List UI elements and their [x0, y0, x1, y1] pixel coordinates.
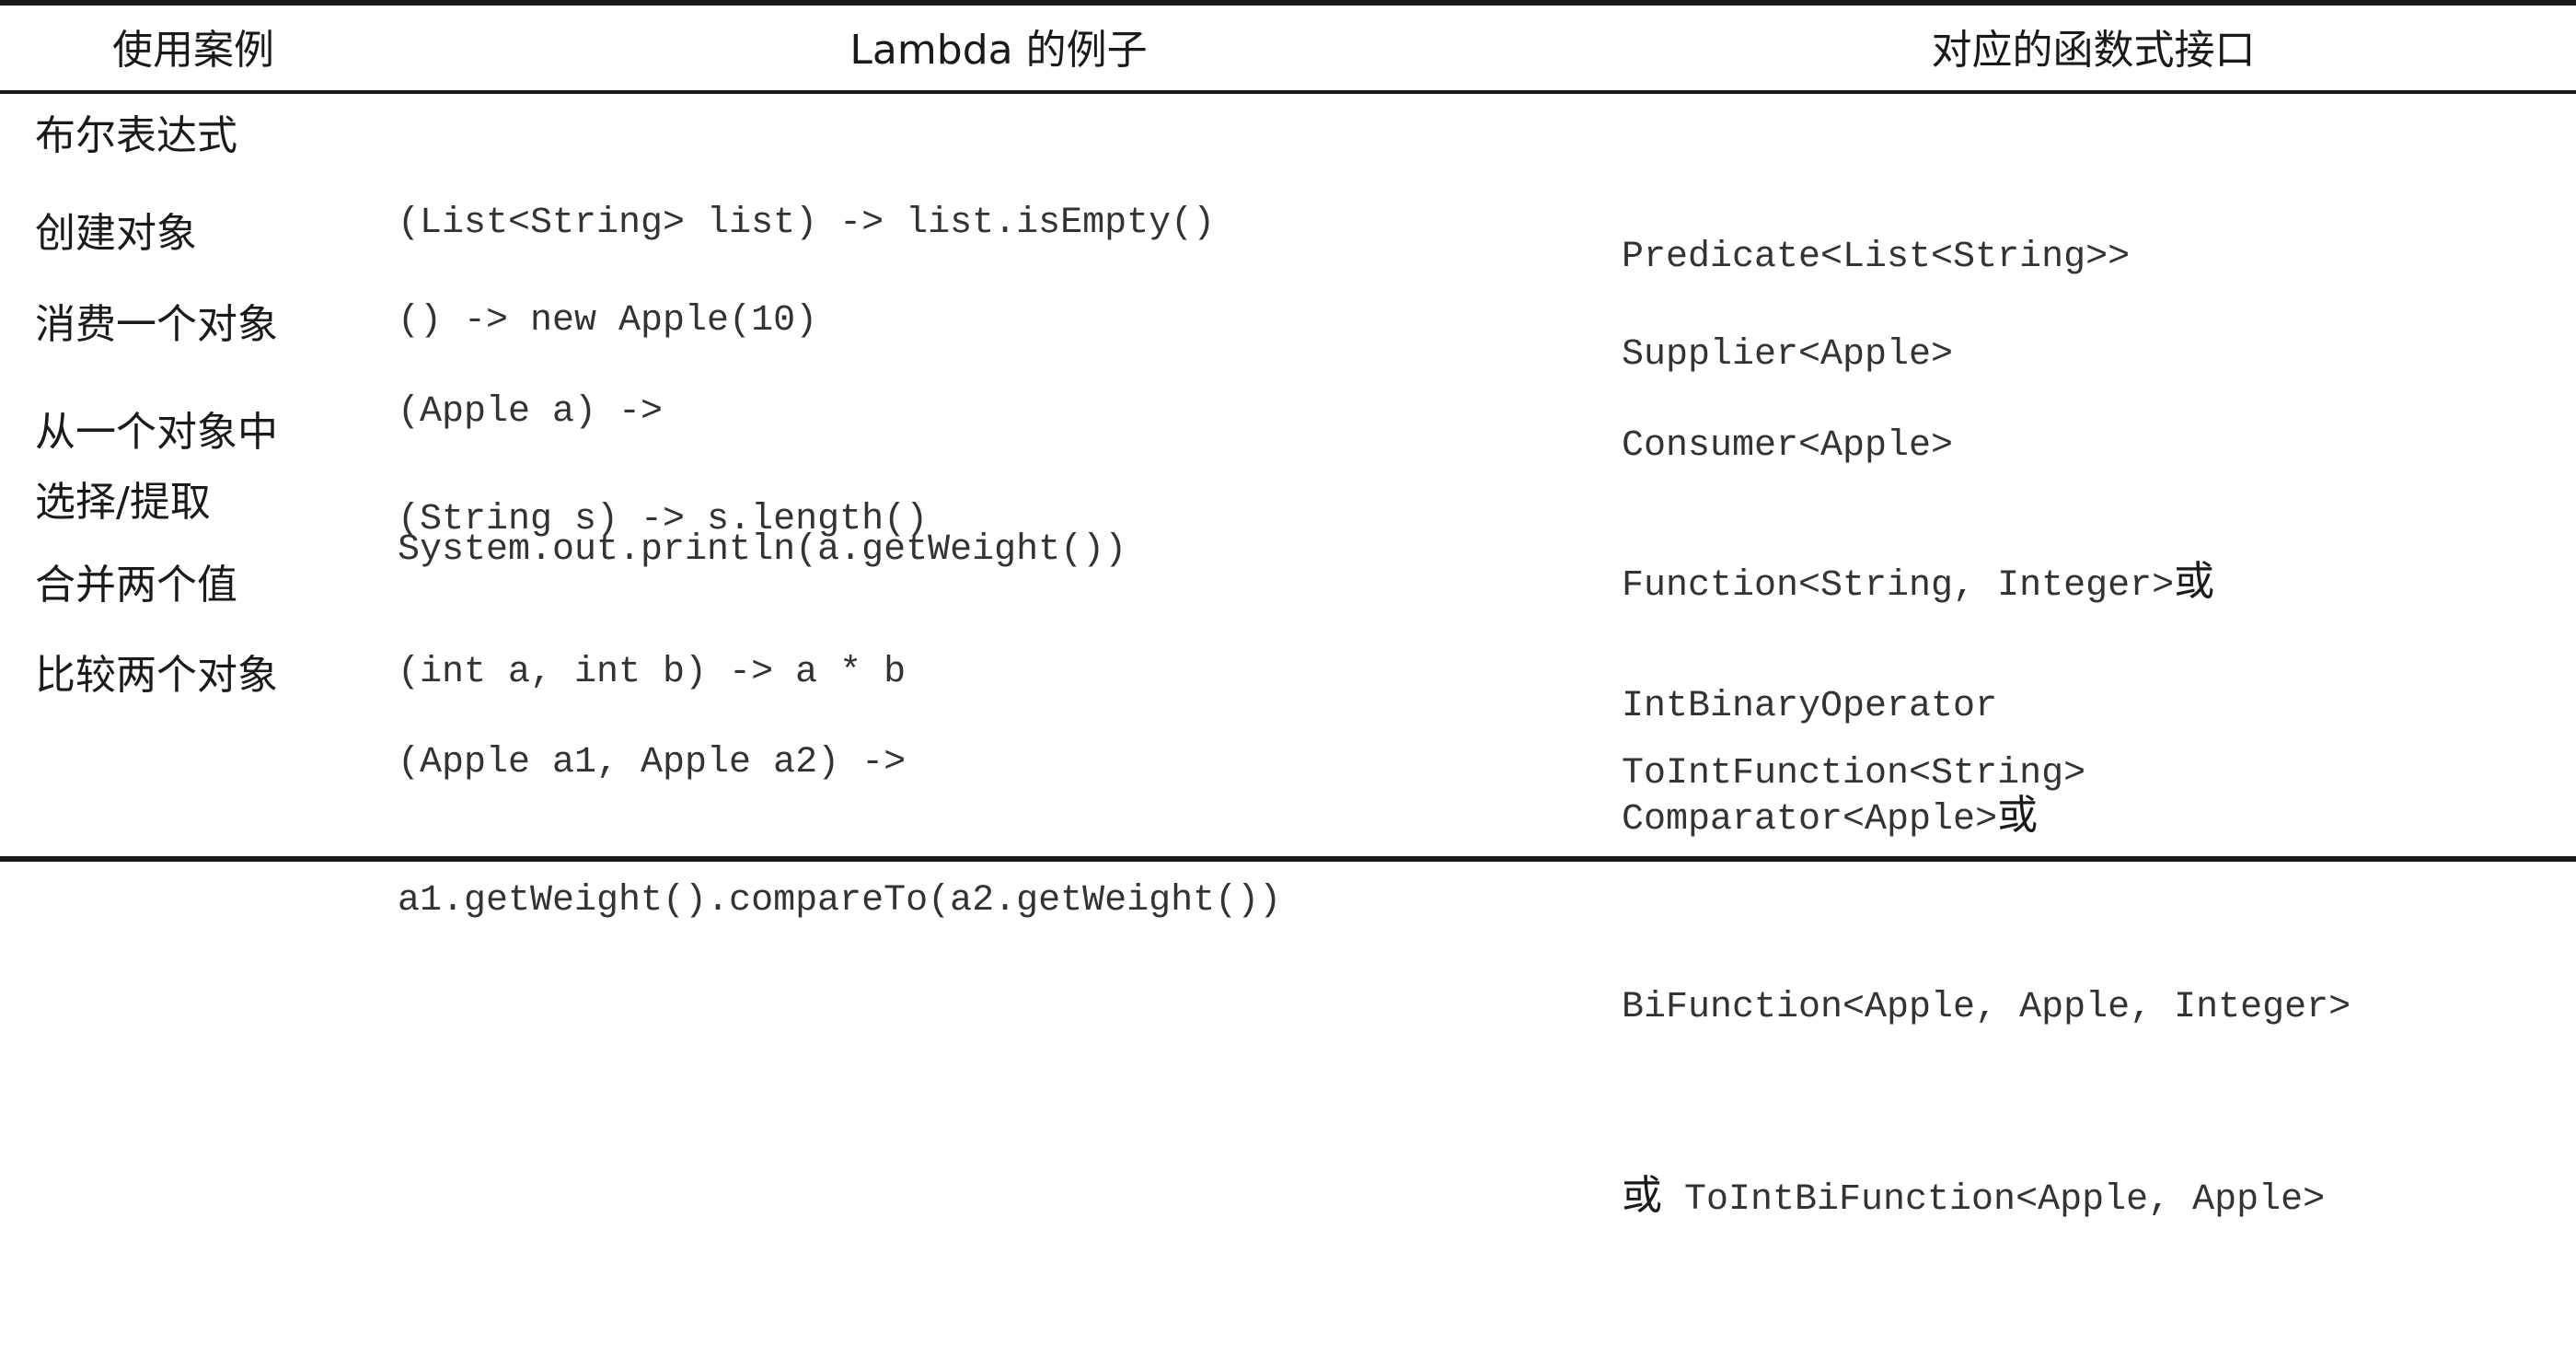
interface-or: 或 [2174, 558, 2215, 605]
interface-line: BiFunction<Apple, Apple, Integer> [1622, 977, 2351, 1039]
lambda-example-line: (String s) -> s.length() [398, 499, 929, 540]
lambda-example-cell: (Apple a1, Apple a2) -> a1.getWeight().c… [398, 648, 1281, 1016]
lambda-table: 使用案例 Lambda 的例子 对应的函数式接口 布尔表达式 (List<Str… [0, 0, 2576, 1221]
table-bottom-rule [0, 856, 2576, 862]
interface-cell: Comparator<Apple>或 BiFunction<Apple, App… [1622, 659, 2351, 1357]
usecase-cell: 布尔表达式 [35, 101, 237, 171]
interface-or: 或 [1997, 792, 2039, 839]
interface-code: ToIntBiFunction<Apple, Apple> [1662, 1179, 2326, 1221]
lambda-example-line: a1.getWeight().compareTo(a2.getWeight()) [398, 880, 1282, 922]
usecase-cell: 比较两个对象 [35, 641, 278, 711]
header-functional-interface: 对应的函数式接口 [1931, 27, 2256, 74]
interface-code: BiFunction<Apple, Apple, Integer> [1622, 987, 2351, 1028]
header-lambda-example: Lambda 的例子 [849, 27, 1148, 74]
table-top-rule [0, 0, 2576, 6]
lambda-example-line: (Apple a1, Apple a2) -> [398, 742, 907, 783]
usecase-line: 合并两个值 [35, 562, 237, 609]
interface-line: 或 ToIntBiFunction<Apple, Apple> [1622, 1165, 2351, 1232]
usecase-cell: 消费一个对象 [35, 290, 278, 360]
usecase-line: 比较两个对象 [35, 652, 278, 699]
usecase-line: 从一个对象中 [35, 409, 278, 456]
interface-or: 或 [1622, 1172, 1662, 1219]
usecase-line: 布尔表达式 [35, 112, 237, 159]
usecase-cell: 创建对象 [35, 199, 197, 269]
header-usecase: 使用案例 [112, 27, 274, 74]
table-header-rule [0, 90, 2576, 94]
usecase-line: 消费一个对象 [35, 301, 278, 348]
interface-code: Comparator<Apple> [1622, 799, 1998, 841]
usecase-cell: 从一个对象中 选择/提取 [35, 398, 278, 538]
usecase-cell: 合并两个值 [35, 551, 237, 621]
usecase-line: 创建对象 [35, 210, 197, 257]
usecase-line: 选择/提取 [35, 479, 211, 526]
interface-line: Comparator<Apple>或 [1622, 784, 2351, 852]
